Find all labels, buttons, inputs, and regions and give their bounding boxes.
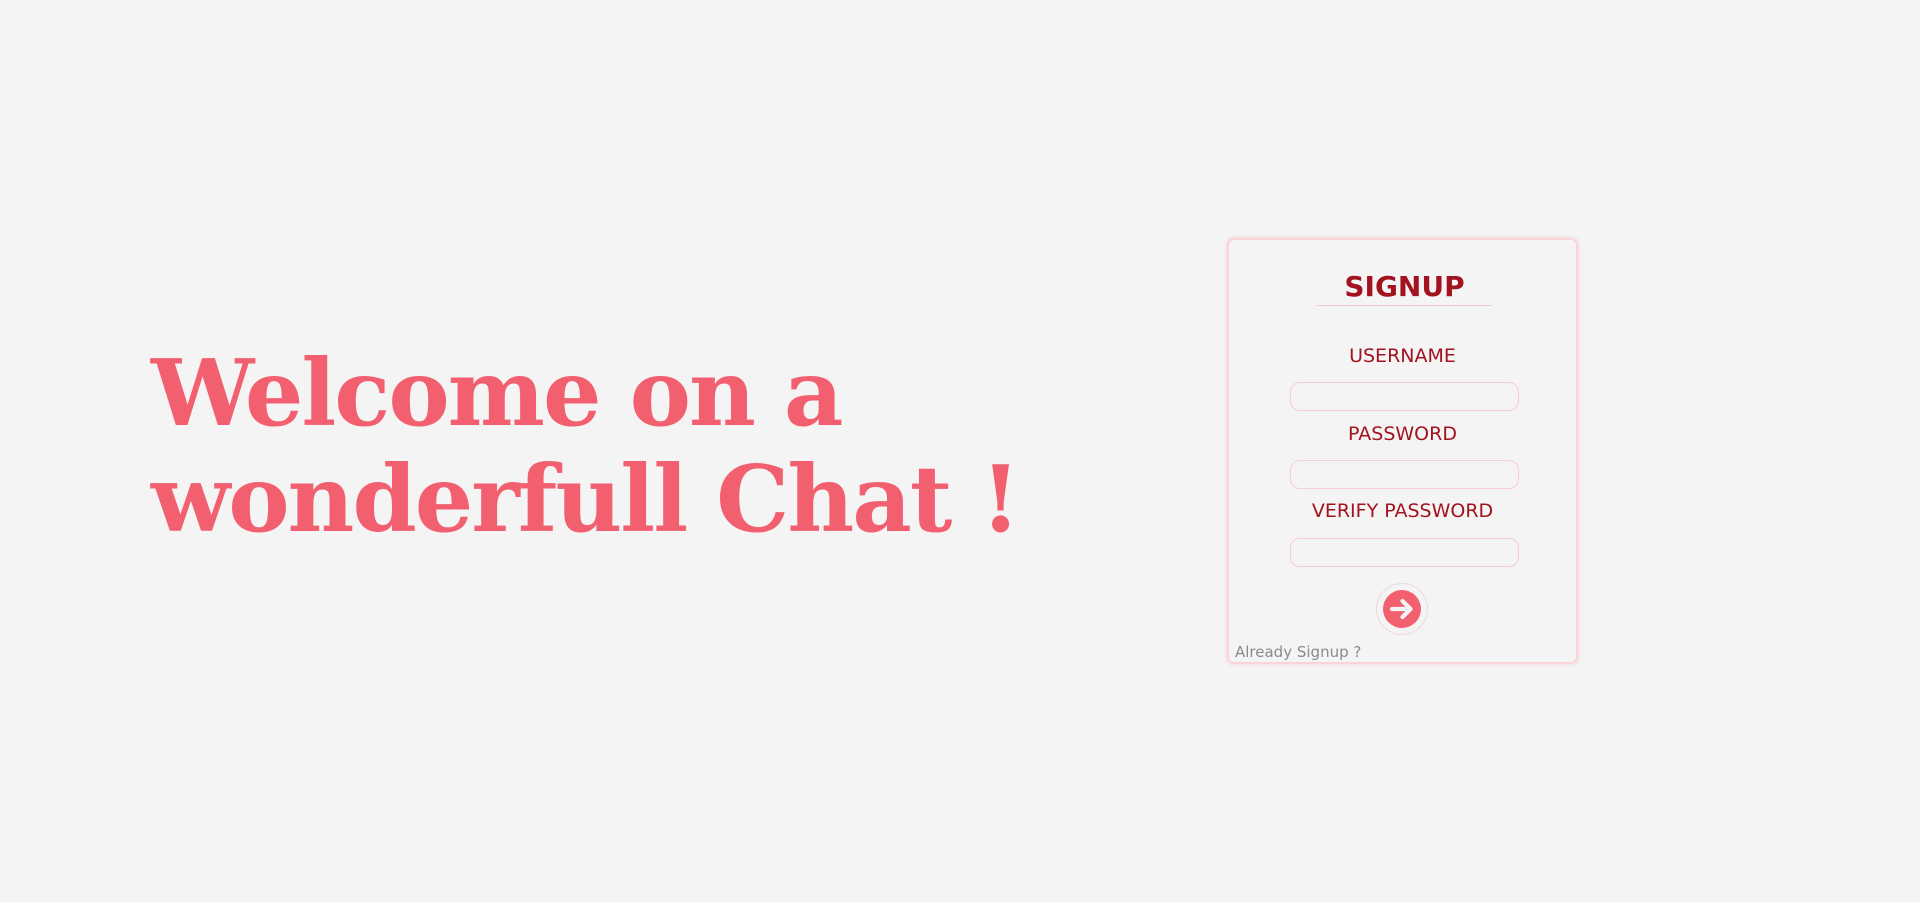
welcome-heading-line-2: wonderfull Chat ! [151, 445, 1021, 553]
signup-title: SIGNUP [1317, 269, 1492, 306]
username-input[interactable] [1290, 382, 1519, 411]
username-label: USERNAME [1349, 345, 1456, 367]
welcome-heading-line-1: Welcome on a [151, 339, 843, 447]
already-signup-link[interactable]: Already Signup ? [1235, 643, 1361, 661]
password-label: PASSWORD [1348, 423, 1457, 445]
signup-form: SIGNUP USERNAME PASSWORD VERIFY PASSWORD… [1227, 238, 1578, 664]
verify-password-input[interactable] [1290, 538, 1519, 567]
welcome-heading: Welcome on a wonderfull Chat ! [151, 339, 1021, 553]
verify-password-label: VERIFY PASSWORD [1311, 500, 1494, 522]
arrow-right-circle-icon [1383, 590, 1421, 628]
signup-submit-button[interactable] [1376, 583, 1428, 635]
password-input[interactable] [1290, 460, 1519, 489]
